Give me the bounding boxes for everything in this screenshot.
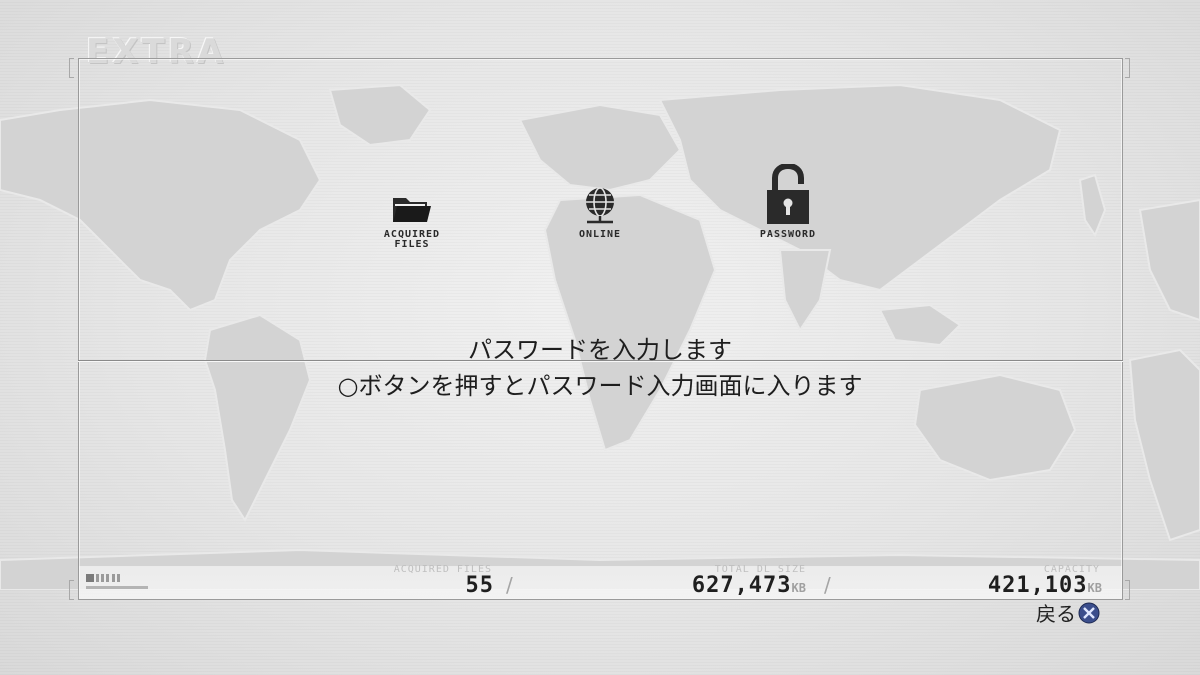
content-frame: [78, 58, 1123, 600]
menu-item-label: ONLINE: [578, 229, 622, 240]
menu-item-password[interactable]: PASSWORD: [718, 162, 858, 272]
frame-bracket: [1125, 580, 1130, 600]
menu-item-label: ACQUIRED FILES: [383, 229, 441, 250]
frame-bracket: [69, 58, 74, 78]
back-hint[interactable]: 戻る: [1036, 598, 1100, 627]
menu-item-online[interactable]: ONLINE: [530, 162, 670, 272]
cross-button-icon: [1078, 602, 1100, 623]
total-dl-size-display: 627,473KB: [620, 573, 806, 598]
padlock-open-icon: [767, 164, 809, 224]
frame-bracket: [69, 580, 74, 600]
frame-bracket: [1125, 58, 1130, 78]
menu-item-label: PASSWORD: [759, 229, 817, 240]
capacity-unit: KB: [1087, 581, 1102, 595]
globe-network-icon: [586, 187, 614, 224]
folder-icon: [393, 198, 431, 222]
menu-item-acquired-files[interactable]: ACQUIRED FILES: [342, 162, 482, 272]
back-label: 戻る: [1036, 602, 1076, 626]
description-line-1: パスワードを入力します: [468, 336, 732, 364]
total-dl-size-unit: KB: [791, 581, 806, 595]
acquired-files-value: 55: [465, 573, 494, 598]
status-separator: /: [506, 573, 513, 597]
description-line-2: ○ボタンを押すとパスワード入力画面に入ります: [337, 372, 863, 400]
status-separator: /: [824, 573, 831, 597]
capacity-value: 421,103: [987, 573, 1088, 598]
capacity-display: 421,103KB: [920, 573, 1102, 598]
total-dl-size-value: 627,473: [691, 573, 792, 598]
system-logo-icon: [86, 574, 148, 589]
